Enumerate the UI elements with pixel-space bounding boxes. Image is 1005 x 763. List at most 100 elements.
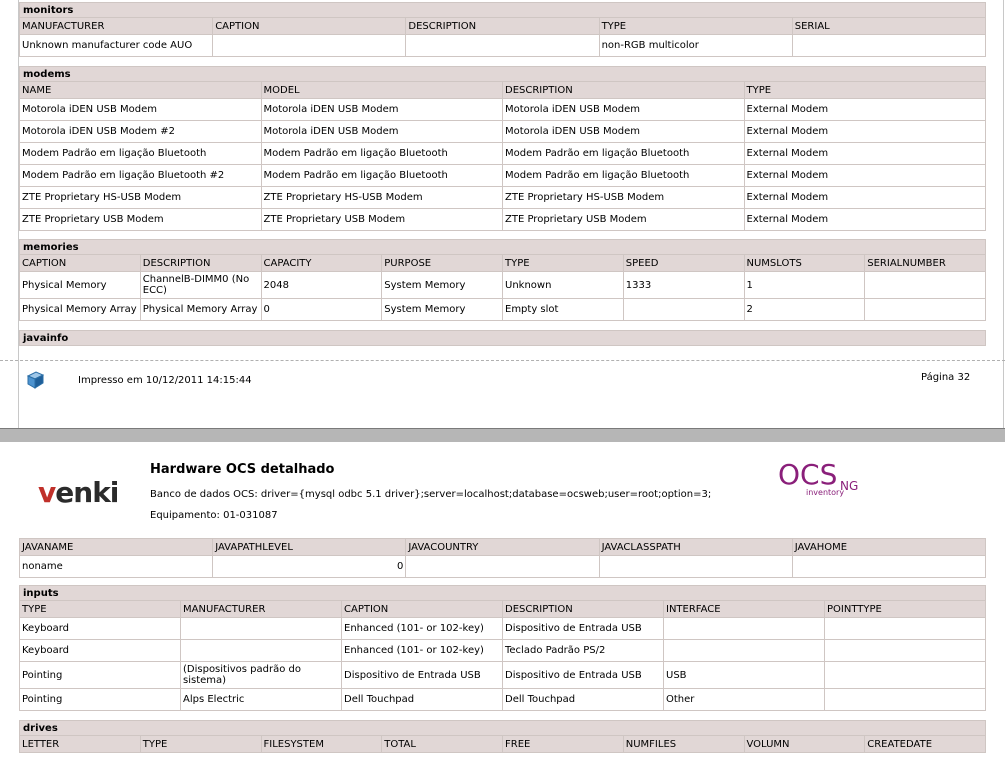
table-cell bbox=[180, 617, 342, 640]
column-header: PURPOSE bbox=[381, 254, 503, 272]
table-cell bbox=[663, 617, 825, 640]
table-cell: Modem Padrão em ligação Bluetooth bbox=[502, 164, 745, 187]
table-cell: Modem Padrão em ligação Bluetooth bbox=[19, 142, 262, 165]
table-cell: Dispositivo de Entrada USB bbox=[341, 661, 503, 689]
table-cell: Physical Memory Array bbox=[139, 298, 262, 321]
table-row: Motorola iDEN USB Modem Motorola iDEN USB… bbox=[19, 98, 986, 121]
column-header: CREATEDATE bbox=[864, 735, 986, 753]
cube-icon bbox=[26, 371, 45, 389]
table-cell: (Dispositivos padrão do sistema) bbox=[180, 661, 342, 689]
column-header: TOTAL bbox=[381, 735, 503, 753]
page-break-line bbox=[0, 360, 1005, 361]
modems-section: modems NAME MODEL DESCRIPTION TYPE Motorola i… bbox=[19, 66, 986, 231]
table-cell: Teclado Padrão PS/2 bbox=[502, 639, 664, 662]
table-row: ZTE Proprietary HS-USB Modem ZTE Propriet… bbox=[19, 186, 986, 209]
column-header: DESCRIPTION bbox=[139, 254, 262, 272]
table-cell bbox=[791, 34, 987, 57]
report-page-lower: venki Hardware OCS detalhado Banco de da… bbox=[0, 442, 1005, 763]
table-cell: USB bbox=[663, 661, 825, 689]
column-header: INTERFACE bbox=[663, 600, 825, 618]
column-header: MODEL bbox=[260, 81, 503, 99]
table-row: noname 0 bbox=[18, 555, 987, 578]
column-header: MANUFACTURER bbox=[18, 17, 214, 35]
inputs-table: inputs TYPE MANUFACTURER CAPTION DESCRIPTION… bbox=[19, 585, 986, 711]
column-header: TYPE bbox=[743, 81, 986, 99]
database-info: Banco de dados OCS: driver={mysql odbc 5… bbox=[150, 489, 712, 500]
table-cell: External Modem bbox=[743, 208, 986, 231]
memories-table: memories CAPTION DESCRIPTION CAPACITY PURPOS… bbox=[19, 239, 986, 321]
table-cell: 0 bbox=[212, 555, 407, 578]
column-header: NAME bbox=[19, 81, 262, 99]
table-cell: Motorola iDEN USB Modem #2 bbox=[19, 120, 262, 143]
table-row: Physical Memory Array Physical Memory Arr… bbox=[19, 298, 986, 321]
table-cell: Unknown manufacturer code AUO bbox=[18, 34, 214, 57]
column-header: JAVACLASSPATH bbox=[598, 538, 793, 556]
table-cell: External Modem bbox=[743, 186, 986, 209]
column-header: LETTER bbox=[19, 735, 141, 753]
table-cell: System Memory bbox=[381, 271, 503, 299]
column-header: SPEED bbox=[622, 254, 745, 272]
table-header-row: TYPE MANUFACTURER CAPTION DESCRIPTION INTERF… bbox=[19, 600, 986, 618]
modems-table: modems NAME MODEL DESCRIPTION TYPE Motorola i… bbox=[19, 66, 986, 231]
table-cell: 1 bbox=[743, 271, 866, 299]
column-header: SERIALNUMBER bbox=[864, 254, 986, 272]
column-header: MANUFACTURER bbox=[180, 600, 342, 618]
table-cell bbox=[598, 555, 793, 578]
inputs-section: inputs TYPE MANUFACTURER CAPTION DESCRIPTION… bbox=[19, 585, 986, 711]
table-header-row: NAME MODEL DESCRIPTION TYPE bbox=[19, 81, 986, 99]
table-cell: External Modem bbox=[743, 98, 986, 121]
section-title: javainfo bbox=[19, 330, 986, 346]
table-cell bbox=[824, 617, 986, 640]
report-title: Hardware OCS detalhado bbox=[150, 462, 335, 477]
section-title: inputs bbox=[19, 585, 986, 601]
table-cell: Unknown bbox=[502, 271, 624, 299]
venki-logo-v: v bbox=[38, 476, 56, 509]
table-cell: ZTE Proprietary USB Modem bbox=[502, 208, 745, 231]
table-cell: Physical Memory Array bbox=[19, 298, 141, 321]
table-cell: ZTE Proprietary HS-USB Modem bbox=[502, 186, 745, 209]
column-header: DESCRIPTION bbox=[405, 17, 600, 35]
table-cell: 1333 bbox=[622, 271, 745, 299]
table-cell: External Modem bbox=[743, 164, 986, 187]
column-header: TYPE bbox=[598, 17, 793, 35]
table-cell: ChannelB-DIMM0 (No ECC) bbox=[139, 271, 262, 299]
section-title: memories bbox=[19, 239, 986, 255]
table-cell bbox=[864, 271, 986, 299]
table-cell: ZTE Proprietary HS-USB Modem bbox=[260, 186, 503, 209]
table-cell: ZTE Proprietary HS-USB Modem bbox=[19, 186, 262, 209]
table-row: Modem Padrão em ligação Bluetooth #2 Mode… bbox=[19, 164, 986, 187]
table-cell: Motorola iDEN USB Modem bbox=[502, 98, 745, 121]
table-cell bbox=[824, 688, 986, 711]
column-header: CAPTION bbox=[212, 17, 407, 35]
column-header: TYPE bbox=[19, 600, 181, 618]
column-header: FREE bbox=[502, 735, 624, 753]
table-cell: Modem Padrão em ligação Bluetooth #2 bbox=[19, 164, 262, 187]
table-cell: Motorola iDEN USB Modem bbox=[502, 120, 745, 143]
column-header: SERIAL bbox=[791, 17, 987, 35]
table-header-row: JAVANAME JAVAPATHLEVEL JAVACOUNTRY JAVACLAS… bbox=[18, 538, 987, 556]
table-cell: 2048 bbox=[260, 271, 383, 299]
column-header: DESCRIPTION bbox=[502, 81, 745, 99]
monitors-section: monitors MANUFACTURER CAPTION DESCRIPTION TY… bbox=[18, 2, 987, 57]
table-cell: Motorola iDEN USB Modem bbox=[260, 98, 503, 121]
page-separator bbox=[0, 428, 1005, 442]
table-cell bbox=[864, 298, 986, 321]
column-header: JAVAHOME bbox=[791, 538, 987, 556]
table-row: Pointing (Dispositivos padrão do sistema)… bbox=[19, 661, 986, 689]
ocs-inventory-logo: OCS NG inventory bbox=[778, 458, 858, 497]
table-cell: Motorola iDEN USB Modem bbox=[260, 120, 503, 143]
table-cell: Keyboard bbox=[19, 617, 181, 640]
table-cell: Dispositivo de Entrada USB bbox=[502, 661, 664, 689]
table-cell bbox=[791, 555, 987, 578]
column-header: DESCRIPTION bbox=[502, 600, 664, 618]
column-header: CAPACITY bbox=[260, 254, 383, 272]
table-cell: Dispositivo de Entrada USB bbox=[502, 617, 664, 640]
table-cell: Modem Padrão em ligação Bluetooth bbox=[502, 142, 745, 165]
monitors-table: monitors MANUFACTURER CAPTION DESCRIPTION TY… bbox=[18, 2, 987, 57]
table-row: Pointing Alps Electric Dell Touchpad Dell T… bbox=[19, 688, 986, 711]
javainfo-table: JAVANAME JAVAPATHLEVEL JAVACOUNTRY JAVACLAS… bbox=[18, 538, 987, 578]
table-cell: Alps Electric bbox=[180, 688, 342, 711]
table-cell: non-RGB multicolor bbox=[598, 34, 793, 57]
table-cell: Dell Touchpad bbox=[502, 688, 664, 711]
table-cell bbox=[212, 34, 407, 57]
